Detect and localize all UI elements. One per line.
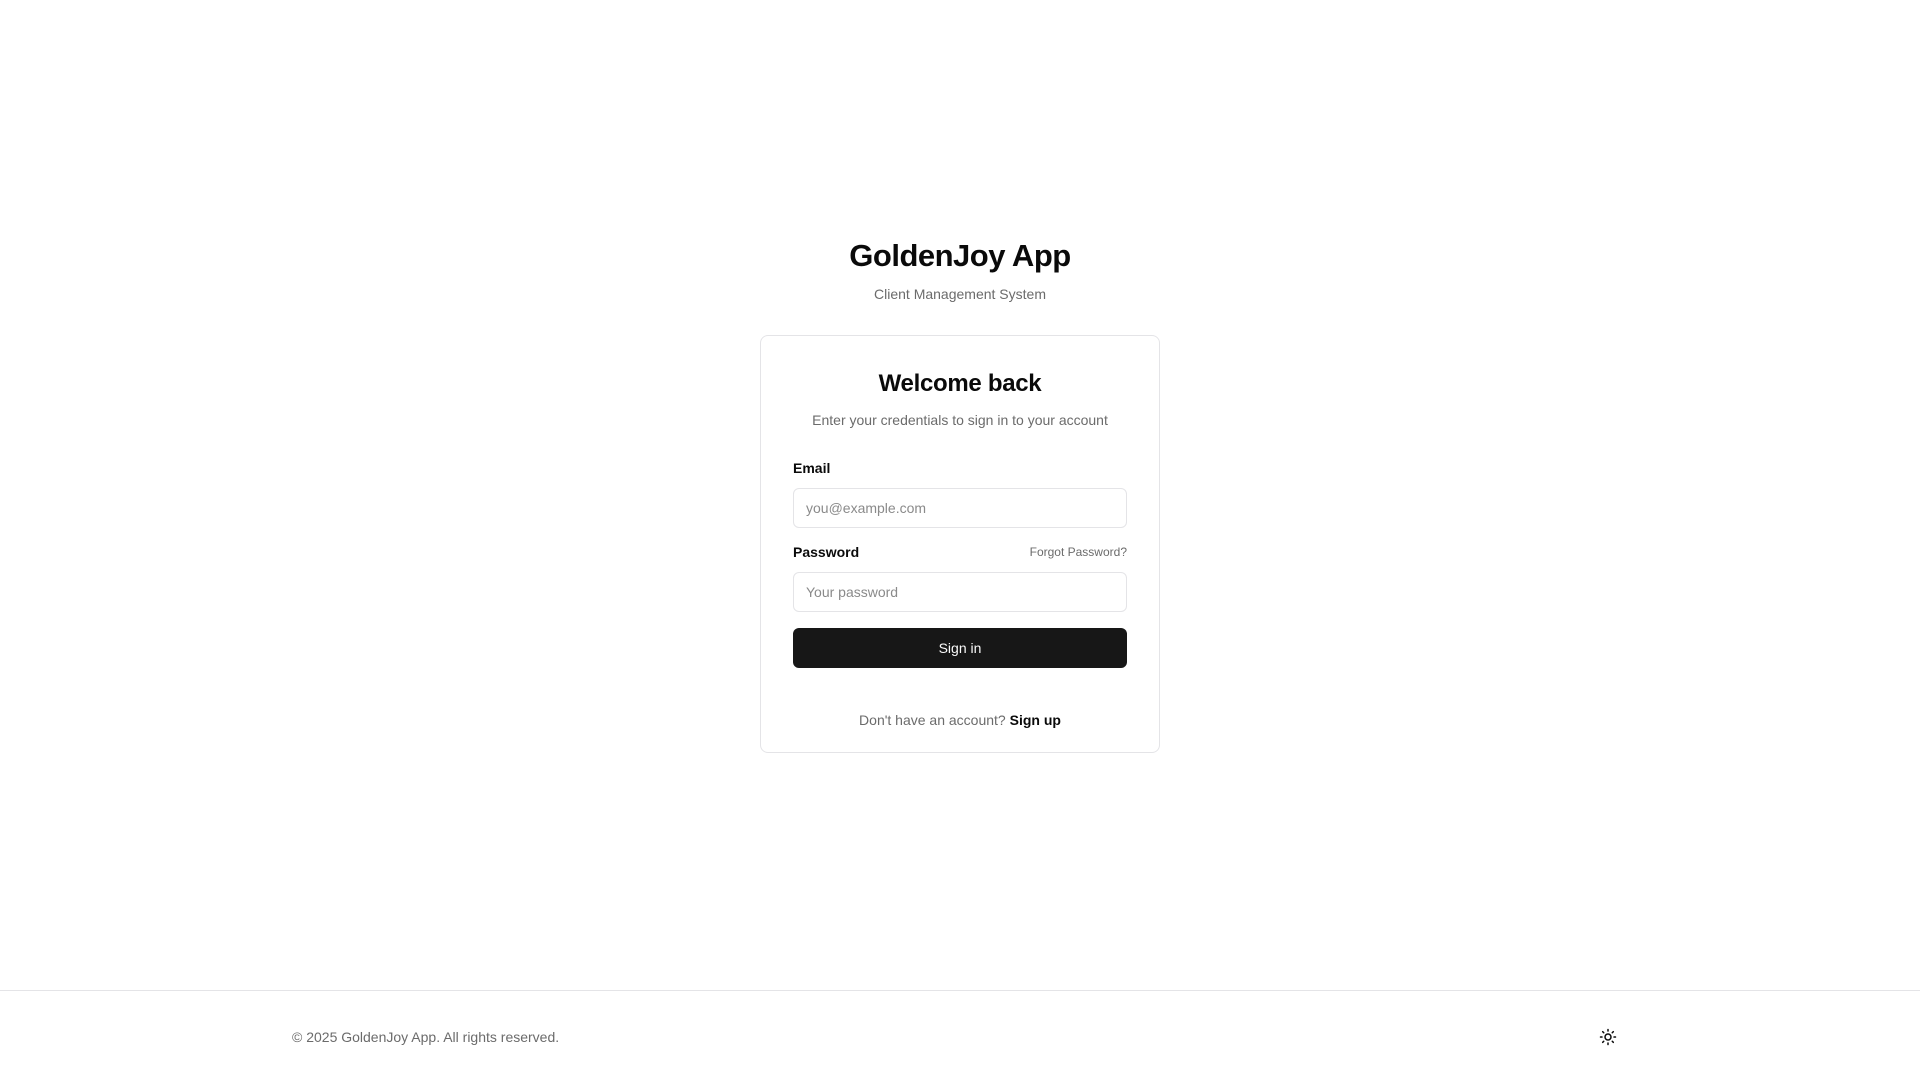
email-field[interactable] xyxy=(793,488,1127,528)
signup-prompt: Don't have an account? xyxy=(859,712,1006,728)
password-label-row: Password Forgot Password? xyxy=(793,542,1127,562)
card-title: Welcome back xyxy=(878,370,1042,397)
card-description: Enter your credentials to sign in to you… xyxy=(812,412,1108,428)
sign-in-button[interactable]: Sign in xyxy=(793,628,1127,668)
password-field[interactable] xyxy=(793,572,1127,612)
brand-header: GoldenJoy App Client Management System xyxy=(0,236,1920,304)
login-card: Welcome back Enter your credentials to s… xyxy=(760,335,1160,753)
email-label: Email xyxy=(793,460,831,476)
footer: © 2025 GoldenJoy App. All rights reserve… xyxy=(0,990,1920,1080)
theme-toggle-button[interactable] xyxy=(1596,1025,1620,1049)
email-group: Email xyxy=(793,458,1127,528)
email-label-row: Email xyxy=(793,458,1127,478)
copyright-text: © 2025 GoldenJoy App. All rights reserve… xyxy=(292,1029,560,1045)
password-label: Password xyxy=(793,544,860,560)
forgot-password-link[interactable]: Forgot Password? xyxy=(1030,545,1127,559)
app-subtitle: Client Management System xyxy=(874,286,1046,302)
sign-up-link[interactable]: Sign up xyxy=(1010,712,1061,728)
login-page: GoldenJoy App Client Management System W… xyxy=(0,0,1920,1080)
app-title: GoldenJoy App xyxy=(849,238,1071,273)
password-group: Password Forgot Password? xyxy=(793,542,1127,612)
signup-row: Don't have an account? Sign up xyxy=(793,710,1127,730)
sun-icon xyxy=(1599,1028,1617,1046)
